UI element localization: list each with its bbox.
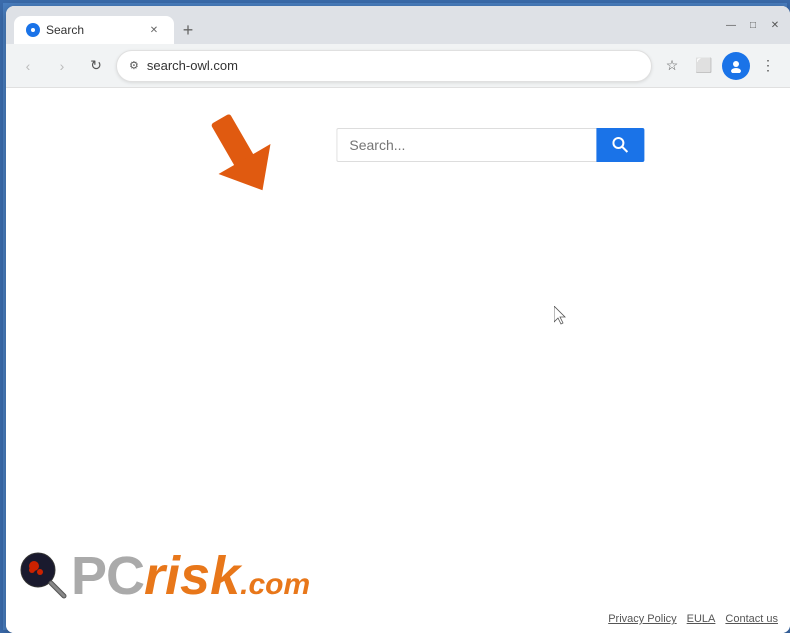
pcrisk-logo: PC risk .com xyxy=(16,548,310,603)
privacy-policy-link[interactable]: Privacy Policy xyxy=(608,613,676,625)
new-tab-button[interactable]: + xyxy=(174,16,202,44)
search-button[interactable] xyxy=(596,128,644,162)
title-bar: Search ✕ + — □ ✕ xyxy=(6,6,790,44)
pcrisk-magnifier-icon xyxy=(16,548,71,603)
maximize-button[interactable]: □ xyxy=(746,18,760,32)
window-controls: — □ ✕ xyxy=(716,18,782,32)
address-secure-icon: ⚙ xyxy=(129,59,139,72)
address-bar[interactable]: ⚙ search-owl.com xyxy=(116,50,652,82)
tab-close-button[interactable]: ✕ xyxy=(146,22,162,38)
eula-link[interactable]: EULA xyxy=(687,613,716,625)
search-input[interactable] xyxy=(336,128,596,162)
orange-arrow-svg xyxy=(201,108,281,198)
tab-title: Search xyxy=(46,23,140,37)
navigation-bar: ‹ › ↻ ⚙ search-owl.com ☆ ⬜ ⋮ xyxy=(6,44,790,88)
mouse-cursor xyxy=(554,306,566,324)
nav-actions: ☆ ⬜ ⋮ xyxy=(658,52,782,80)
profile-button[interactable] xyxy=(722,52,750,80)
page-content: PC risk .com Privacy Policy EULA Contact… xyxy=(6,88,790,633)
pcrisk-risk: risk xyxy=(144,549,240,603)
back-button[interactable]: ‹ xyxy=(14,52,42,80)
tab-favicon xyxy=(26,23,40,37)
reload-button[interactable]: ↻ xyxy=(82,52,110,80)
close-button[interactable]: ✕ xyxy=(768,18,782,32)
pcrisk-text: PC risk .com xyxy=(71,549,310,603)
tab-bar: Search ✕ + xyxy=(14,6,712,44)
contact-us-link[interactable]: Contact us xyxy=(725,613,778,625)
search-container xyxy=(336,128,644,162)
menu-button[interactable]: ⋮ xyxy=(754,52,782,80)
minimize-button[interactable]: — xyxy=(724,18,738,32)
active-tab[interactable]: Search ✕ xyxy=(14,16,174,44)
address-text: search-owl.com xyxy=(147,58,639,73)
pcrisk-dotcom: .com xyxy=(240,568,310,602)
bookmark-button[interactable]: ☆ xyxy=(658,52,686,80)
arrow-indicator xyxy=(201,108,281,203)
search-icon xyxy=(612,137,628,153)
forward-button[interactable]: › xyxy=(48,52,76,80)
browser-window: Search ✕ + — □ ✕ ‹ › ↻ ⚙ search-owl.com … xyxy=(6,6,790,633)
footer-links: Privacy Policy EULA Contact us xyxy=(608,613,778,625)
pcrisk-pc: PC xyxy=(71,549,144,603)
extensions-button[interactable]: ⬜ xyxy=(690,52,718,80)
